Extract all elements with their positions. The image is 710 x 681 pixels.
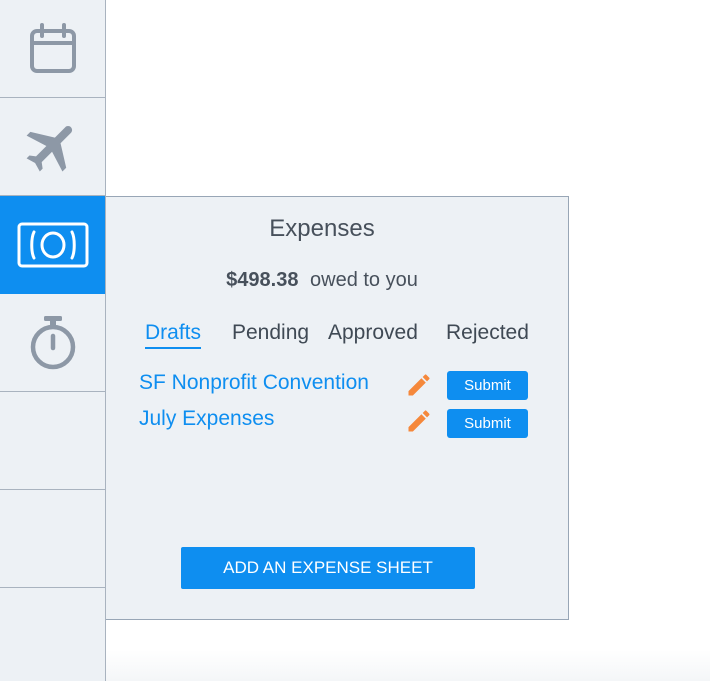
tab-drafts[interactable]: Drafts: [145, 321, 202, 349]
add-expense-sheet-button[interactable]: ADD AN EXPENSE SHEET: [181, 547, 475, 589]
sidebar-item-timer[interactable]: [0, 294, 105, 392]
sidebar-item-empty[interactable]: [0, 490, 105, 588]
expense-sheet-link[interactable]: July Expenses: [139, 407, 274, 431]
owed-amount: $498.38: [226, 269, 299, 291]
stopwatch-icon: [30, 315, 75, 369]
tab-approved[interactable]: Approved: [328, 321, 418, 345]
edit-pencil-icon[interactable]: [405, 371, 433, 399]
expense-sheet-link[interactable]: SF Nonprofit Convention: [139, 371, 369, 395]
tab-pending[interactable]: Pending: [232, 321, 309, 345]
owed-label: owed to you: [310, 269, 418, 291]
sidebar: [0, 0, 106, 681]
sidebar-item-empty[interactable]: [0, 588, 105, 681]
money-icon: [17, 222, 88, 267]
airplane-icon: [26, 125, 72, 172]
owed-summary: $498.38 owed to you: [106, 269, 538, 292]
submit-button[interactable]: Submit: [447, 371, 528, 400]
edit-pencil-icon[interactable]: [405, 407, 433, 435]
submit-button[interactable]: Submit: [447, 409, 528, 438]
expenses-panel: Expenses $498.38 owed to you Drafts Pend…: [106, 196, 569, 620]
sidebar-item-travel[interactable]: [0, 98, 105, 196]
panel-title: Expenses: [269, 215, 375, 242]
tab-rejected[interactable]: Rejected: [446, 321, 529, 345]
sidebar-item-expenses[interactable]: [0, 196, 105, 294]
bottom-shade: [106, 650, 710, 681]
sidebar-item-empty[interactable]: [0, 392, 105, 490]
sidebar-item-calendar[interactable]: [0, 0, 105, 98]
calendar-icon: [29, 22, 76, 73]
